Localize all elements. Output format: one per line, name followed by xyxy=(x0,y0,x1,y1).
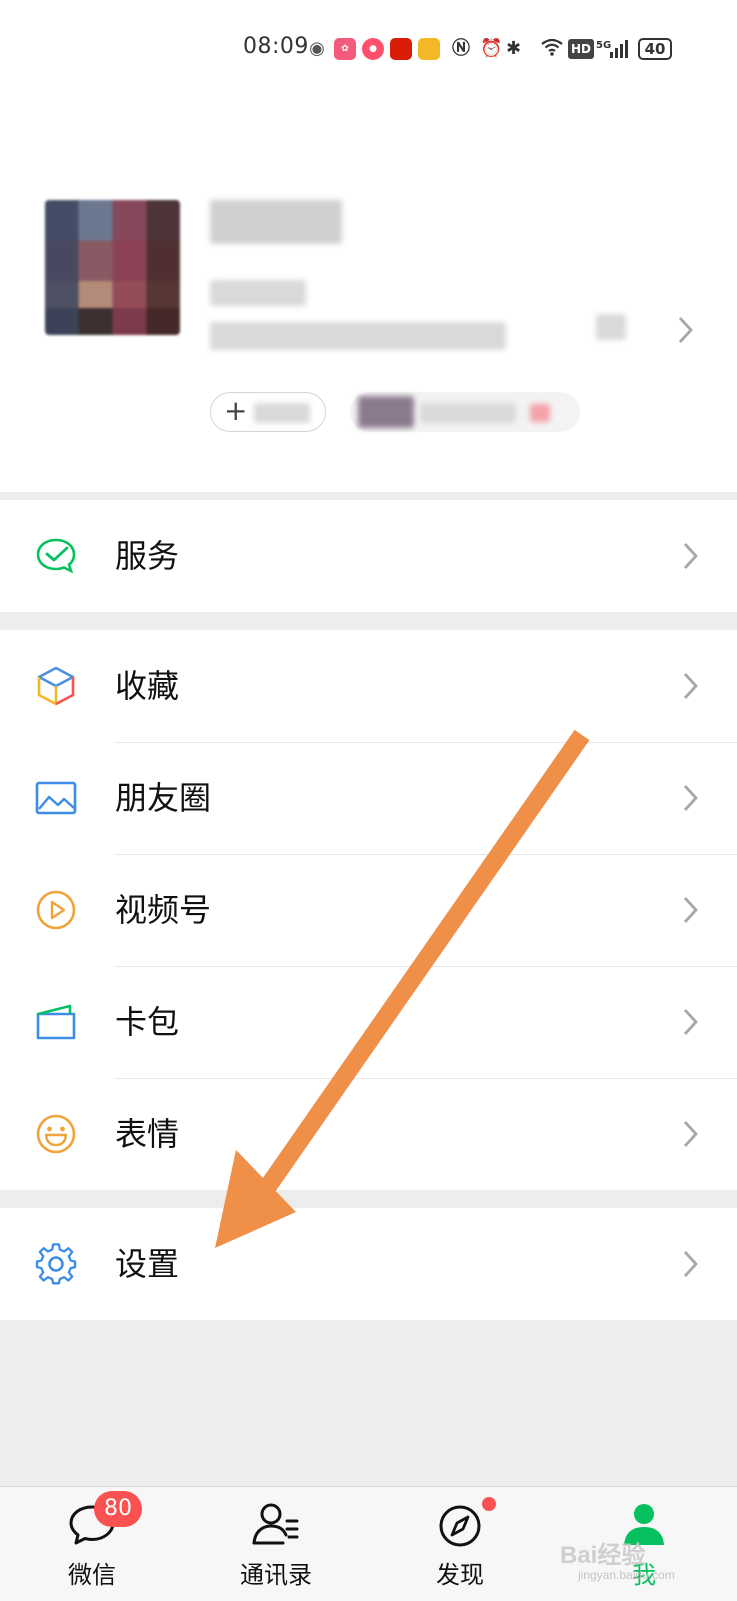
bluetooth-vibrate-icon: ✱ xyxy=(506,38,522,59)
plus-icon: + xyxy=(224,394,248,427)
status-dot-redacted xyxy=(530,404,550,422)
chevron-right-icon xyxy=(683,1251,698,1277)
gear-icon xyxy=(35,1243,77,1285)
friend-avatars-redacted xyxy=(358,396,414,428)
app-icon-1: ✿ xyxy=(334,38,356,60)
signal-icon xyxy=(608,37,632,61)
favorites-cube-icon xyxy=(37,666,75,706)
baidu-watermark: Bai经验 xyxy=(560,1542,646,1569)
hd-icon: HD xyxy=(568,39,595,59)
chevron-right-icon xyxy=(683,673,698,699)
menu-label-favorites: 收藏 xyxy=(115,667,180,705)
user-info-redacted xyxy=(210,280,306,306)
menu-group-main: 收藏 朋友圈 视频号 卡包 表情 xyxy=(0,630,737,1190)
menu-label-card-wallet: 卡包 xyxy=(115,1003,180,1041)
menu-label-channels: 视频号 xyxy=(115,891,212,929)
battery-level: 40 xyxy=(638,38,672,60)
wifi-icon xyxy=(540,37,564,61)
channels-play-icon xyxy=(36,890,76,930)
wechat-icon: ◉ xyxy=(309,38,325,59)
services-check-bubble-icon xyxy=(36,538,76,574)
menu-item-stickers[interactable]: 表情 xyxy=(0,1078,737,1190)
chevron-right-icon xyxy=(683,897,698,923)
status-bar: 08:09 ◉ ✿ ● Ⓝ ⏰ ✱ HD 5G 40 xyxy=(0,0,737,100)
tab-contacts[interactable]: 通讯录 xyxy=(206,1487,346,1601)
chevron-right-icon xyxy=(683,785,698,811)
chevron-right-icon xyxy=(683,1121,698,1147)
nickname-redacted xyxy=(210,200,342,244)
wechat-id-redacted xyxy=(210,322,506,350)
chevron-right-icon xyxy=(683,543,698,569)
qr-code-icon[interactable] xyxy=(596,314,626,340)
tab-label-discover: 发现 xyxy=(436,1561,484,1589)
app-icon-2: ● xyxy=(362,38,384,60)
status-label-redacted xyxy=(254,403,310,423)
unread-badge: 80 xyxy=(94,1491,142,1527)
menu-group-settings: 设置 xyxy=(0,1208,737,1320)
tab-discover[interactable]: 发现 xyxy=(390,1487,530,1601)
app-icon-4 xyxy=(418,38,440,60)
menu-item-channels[interactable]: 视频号 xyxy=(0,854,737,966)
menu-item-card-wallet[interactable]: 卡包 xyxy=(0,966,737,1078)
menu-item-services[interactable]: 服务 xyxy=(0,500,737,612)
menu-group-services: 服务 xyxy=(0,500,737,612)
menu-label-services: 服务 xyxy=(115,537,180,575)
menu-item-settings[interactable]: 设置 xyxy=(0,1208,737,1320)
menu-label-settings: 设置 xyxy=(115,1245,180,1283)
menu-item-moments[interactable]: 朋友圈 xyxy=(0,742,737,854)
status-time: 08:09 xyxy=(243,34,309,59)
tab-label-chats: 微信 xyxy=(68,1561,116,1589)
tab-label-contacts: 通讯录 xyxy=(240,1561,312,1589)
menu-label-moments: 朋友圈 xyxy=(115,779,212,817)
app-icon-3 xyxy=(390,38,412,60)
alarm-icon: ⏰ xyxy=(480,38,503,59)
avatar[interactable] xyxy=(45,200,180,335)
card-wallet-icon xyxy=(36,1004,76,1040)
menu-item-favorites[interactable]: 收藏 xyxy=(0,630,737,742)
profile-header[interactable]: + xyxy=(0,100,737,492)
friend-status-redacted xyxy=(420,403,516,423)
contacts-icon xyxy=(252,1503,299,1545)
nfc-icon: Ⓝ xyxy=(452,38,470,59)
tab-chats[interactable]: 80 微信 xyxy=(22,1487,162,1601)
menu-label-stickers: 表情 xyxy=(115,1115,180,1153)
compass-icon xyxy=(439,1505,481,1547)
sticker-smile-icon xyxy=(36,1114,76,1154)
moments-picture-icon xyxy=(35,781,77,815)
new-content-dot xyxy=(482,1497,496,1511)
chevron-right-icon xyxy=(683,1009,698,1035)
baidu-watermark-url: jingyan.baidu.com xyxy=(578,1568,675,1582)
chevron-right-icon xyxy=(678,317,693,343)
